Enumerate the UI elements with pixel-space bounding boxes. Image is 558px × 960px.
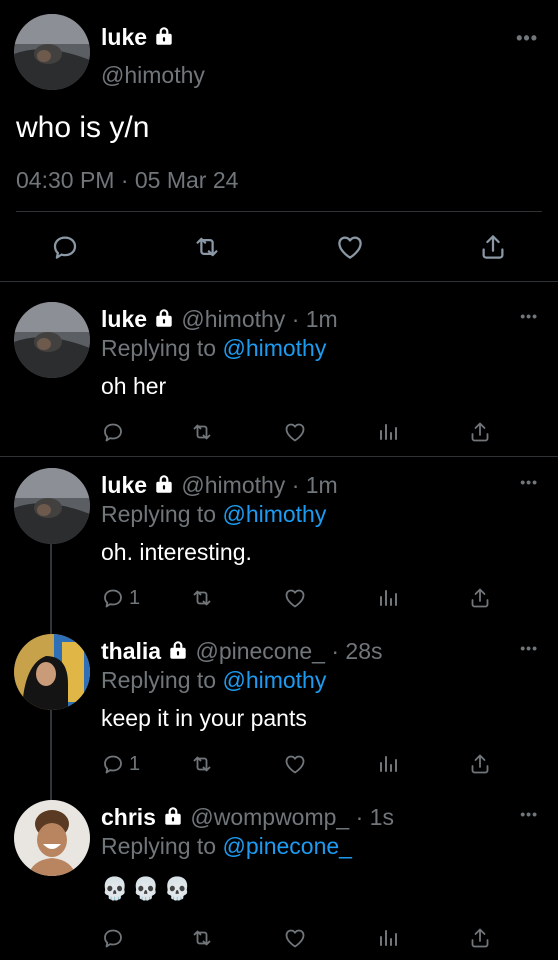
lock-icon [167, 639, 189, 661]
like-icon[interactable] [283, 416, 307, 448]
more-icon[interactable]: ••• [520, 474, 538, 490]
display-name[interactable]: chris [101, 804, 156, 830]
lock-icon [153, 307, 175, 329]
time: · 1m [291, 306, 338, 332]
lock-icon [153, 25, 175, 47]
reply-text: oh. interesting. [101, 539, 252, 565]
reply-count: 1 [129, 752, 141, 775]
lock-icon [162, 805, 184, 827]
divider [0, 281, 558, 282]
views-icon[interactable] [376, 416, 400, 448]
retweet-icon[interactable] [192, 231, 222, 263]
views-icon[interactable] [376, 748, 400, 780]
replying-label: Replying to [101, 667, 217, 693]
replying-to-link[interactable]: @himothy [222, 667, 326, 693]
reply-icon[interactable]: 1 [101, 748, 140, 780]
share-icon[interactable] [468, 748, 492, 780]
replying-to-link[interactable]: @himothy [222, 335, 326, 361]
handle[interactable]: @himothy [181, 306, 285, 332]
display-name[interactable]: thalia [101, 638, 161, 664]
time: · 1m [291, 472, 338, 498]
reply-icon[interactable]: 1 [101, 582, 140, 614]
reply-icon[interactable] [101, 922, 125, 954]
reply-icon[interactable] [50, 231, 80, 263]
avatar[interactable] [14, 468, 90, 544]
display-name[interactable]: luke [101, 24, 147, 50]
like-icon[interactable] [335, 231, 365, 263]
like-icon[interactable] [283, 922, 307, 954]
timestamp[interactable]: 04:30 PM · 05 Mar 24 [16, 165, 238, 195]
more-icon[interactable]: ••• [516, 28, 538, 49]
handle[interactable]: @himothy [101, 60, 205, 90]
reply-text: 💀💀💀 [101, 876, 196, 901]
divider [0, 456, 558, 457]
handle[interactable]: @himothy [181, 472, 285, 498]
retweet-icon[interactable] [190, 416, 214, 448]
share-icon[interactable] [468, 582, 492, 614]
retweet-icon[interactable] [190, 748, 214, 780]
retweet-icon[interactable] [190, 922, 214, 954]
avatar[interactable] [14, 800, 90, 876]
like-icon[interactable] [283, 748, 307, 780]
views-icon[interactable] [376, 922, 400, 954]
avatar[interactable] [14, 14, 90, 90]
retweet-icon[interactable] [190, 582, 214, 614]
more-icon[interactable]: ••• [520, 806, 538, 822]
avatar[interactable] [14, 302, 90, 378]
reply-count: 1 [129, 586, 141, 609]
reply-text: keep it in your pants [101, 705, 307, 731]
avatar[interactable] [14, 634, 90, 710]
handle[interactable]: @pinecone_ [195, 638, 325, 664]
time: · 28s [331, 638, 383, 664]
share-icon[interactable] [478, 231, 508, 263]
divider [16, 211, 542, 212]
replying-label: Replying to [101, 335, 217, 361]
like-icon[interactable] [283, 582, 307, 614]
more-icon[interactable]: ••• [520, 308, 538, 324]
replying-to-link[interactable]: @pinecone_ [222, 833, 352, 859]
more-icon[interactable]: ••• [520, 640, 538, 656]
reply-text: oh her [101, 373, 167, 399]
share-icon[interactable] [468, 922, 492, 954]
reply-icon[interactable] [101, 416, 125, 448]
replying-to-link[interactable]: @himothy [222, 501, 326, 527]
tweet-text: who is y/n [16, 111, 150, 144]
lock-icon [153, 473, 175, 495]
display-name[interactable]: luke [101, 472, 147, 498]
replying-label: Replying to [101, 833, 217, 859]
views-icon[interactable] [376, 582, 400, 614]
replying-label: Replying to [101, 501, 217, 527]
share-icon[interactable] [468, 416, 492, 448]
handle[interactable]: @wompwomp_ [190, 804, 349, 830]
display-name[interactable]: luke [101, 306, 147, 332]
time: · 1s [355, 804, 394, 830]
